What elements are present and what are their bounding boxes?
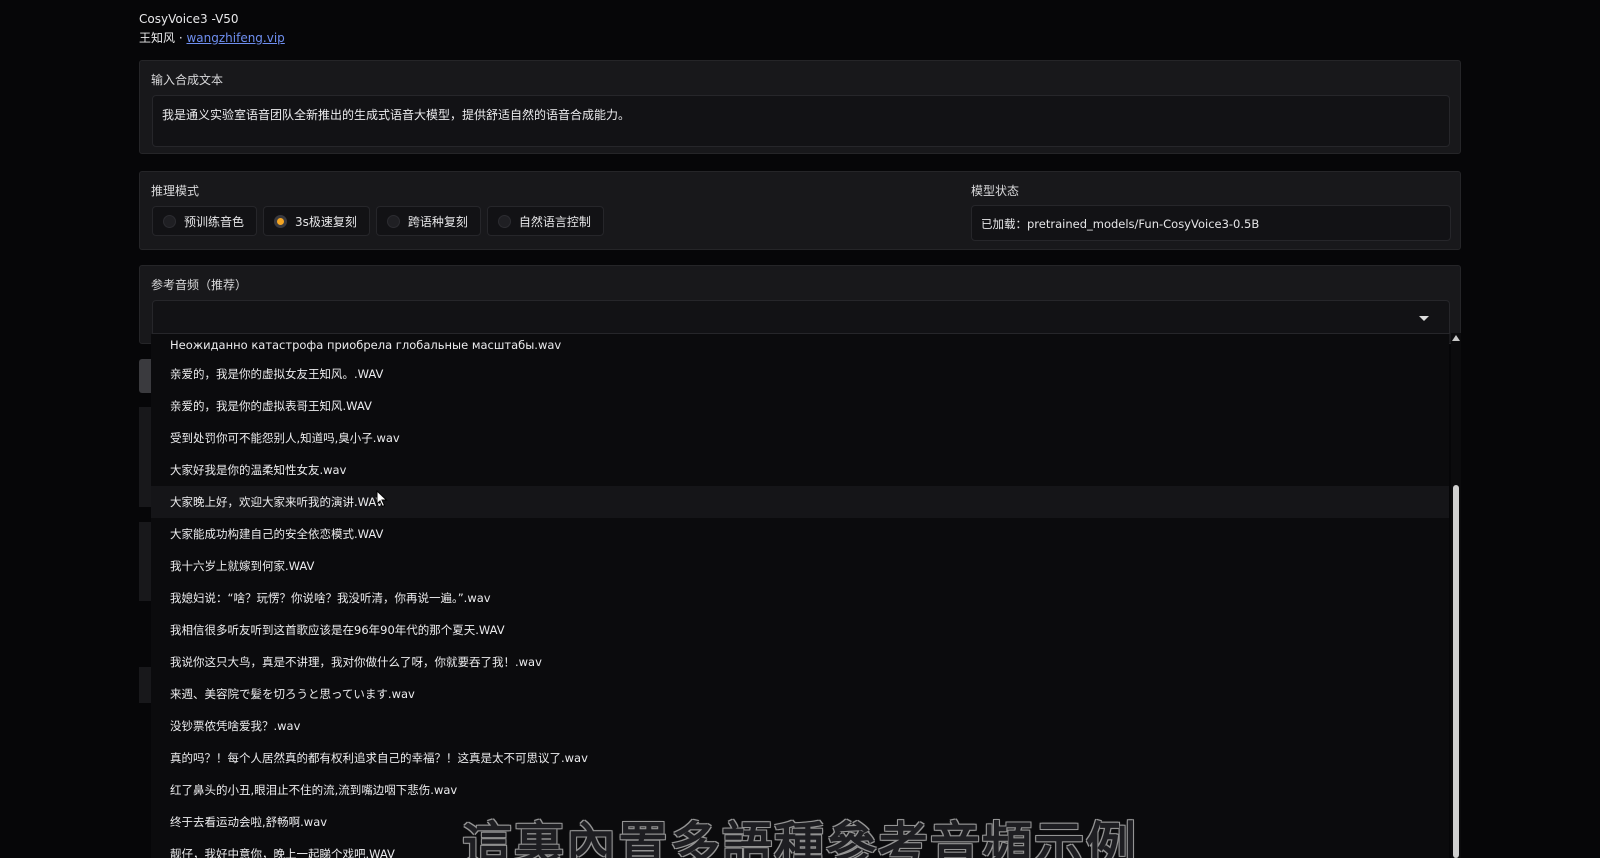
- dropdown-option[interactable]: 大家好我是你的温柔知性女友.wav: [151, 454, 1449, 486]
- app-title: CosyVoice3 -V50: [139, 12, 239, 26]
- radio-indicator: [386, 214, 400, 228]
- synthesis-text-field[interactable]: 我是通义实验室语音团队全新推出的生成式语音大模型，提供舒适自然的语音合成能力。: [152, 95, 1450, 147]
- scroll-thumb[interactable]: [1453, 485, 1459, 858]
- hidden-panel-edge: [139, 522, 151, 601]
- author-line: 王知风 · wangzhifeng.vip: [139, 29, 285, 46]
- dropdown-option[interactable]: 我说你这只大鸟，真是不讲理，我对你做什么了呀，你就要吞了我！.wav: [151, 646, 1449, 678]
- dropdown-option[interactable]: Неожиданно катастрофа приобрела глобальн…: [151, 334, 1449, 358]
- hidden-button-edge: [139, 359, 151, 393]
- dropdown-option[interactable]: 亲爱的，我是你的虚拟女友王知风。.WAV: [151, 358, 1449, 390]
- radio-label: 预训练音色: [184, 214, 245, 229]
- dropdown-option[interactable]: 受到处罚你可不能怨别人,知道吗,臭小子.wav: [151, 422, 1449, 454]
- author-separator: ·: [175, 31, 187, 45]
- reference-audio-options: Неожиданно катастрофа приобрела глобальн…: [151, 334, 1449, 858]
- radio-indicator: [163, 214, 176, 228]
- dropdown-option[interactable]: 我十六岁上就嫁到何家.WAV: [151, 550, 1449, 582]
- chevron-down-icon[interactable]: [1419, 316, 1429, 321]
- dropdown-option[interactable]: 亲爱的，我是你的虚拟表哥王知风.WAV: [151, 390, 1449, 422]
- radio-indicator: [497, 214, 511, 228]
- dropdown-option[interactable]: 我相信很多听友听到这首歌应该是在96年90年代的那个夏天.WAV: [151, 614, 1449, 646]
- model-status-field: 已加载：pretrained_models/Fun-CosyVoice3-0.5…: [971, 205, 1451, 241]
- radio-label: 跨语种复刻: [407, 214, 468, 229]
- author-link[interactable]: wangzhifeng.vip: [186, 31, 284, 45]
- radio-label: 3s极速复刻: [295, 214, 357, 229]
- dropdown-option[interactable]: 来週、美容院で髪を切ろうと思っています.wav: [151, 678, 1449, 710]
- text-input-panel: 输入合成文本 我是通义实验室语音团队全新推出的生成式语音大模型，提供舒适自然的语…: [139, 60, 1461, 154]
- dropdown-option[interactable]: 大家能成功构建自己的安全依恋模式.WAV: [151, 518, 1449, 550]
- text-input-label: 输入合成文本: [151, 73, 224, 87]
- hidden-panel-edge: [139, 667, 151, 703]
- dropdown-option[interactable]: 我媳妇说：“啥？玩愣？你说啥？我没听清，你再说一遍。”.wav: [151, 582, 1449, 614]
- video-subtitle: 這裏內置多語種參考音頻示例: [462, 816, 1138, 858]
- inference-mode-group: 预训练音色 3s极速复刻 跨语种复刻 自然语言控制: [152, 206, 604, 236]
- dropdown-scrollbar[interactable]: [1451, 333, 1461, 858]
- inference-panel: 推理模式 预训练音色 3s极速复刻 跨语种复刻 自然语言控制 模型状态 已加载：…: [139, 171, 1461, 250]
- dropdown-option-hovered[interactable]: 大家晚上好，欢迎大家来听我的演讲.WAV: [151, 486, 1449, 518]
- mouse-cursor-icon: [376, 490, 388, 508]
- radio-instruct-control[interactable]: 自然语言控制: [486, 206, 604, 236]
- reference-audio-panel: 参考音频（推荐）: [139, 265, 1461, 344]
- dropdown-option[interactable]: 真的吗？！每个人居然真的都有权利追求自己的幸福？！这真是太不可思议了.wav: [151, 742, 1449, 774]
- reference-audio-select[interactable]: [152, 300, 1450, 334]
- inference-mode-label: 推理模式: [151, 184, 200, 198]
- radio-indicator-selected: [274, 214, 288, 228]
- radio-pretrained-voice[interactable]: 预训练音色: [152, 206, 258, 236]
- radio-label: 自然语言控制: [518, 214, 591, 229]
- hidden-panel-edge: [139, 407, 151, 507]
- radio-cross-lingual-clone[interactable]: 跨语种复刻: [375, 206, 481, 236]
- app-page: CosyVoice3 -V50 王知风 · wangzhifeng.vip 输入…: [0, 0, 1600, 858]
- radio-3s-clone[interactable]: 3s极速复刻: [263, 206, 370, 236]
- reference-audio-label: 参考音频（推荐）: [151, 278, 248, 292]
- scroll-up-arrow-icon[interactable]: [1452, 335, 1460, 341]
- dropdown-option[interactable]: 红了鼻头的小丑,眼泪止不住的流,流到嘴边咽下悲伤.wav: [151, 774, 1449, 806]
- dropdown-option[interactable]: 没钞票侬凭啥爱我？.wav: [151, 710, 1449, 742]
- model-status-label: 模型状态: [971, 184, 1020, 198]
- author-name: 王知风: [139, 31, 176, 45]
